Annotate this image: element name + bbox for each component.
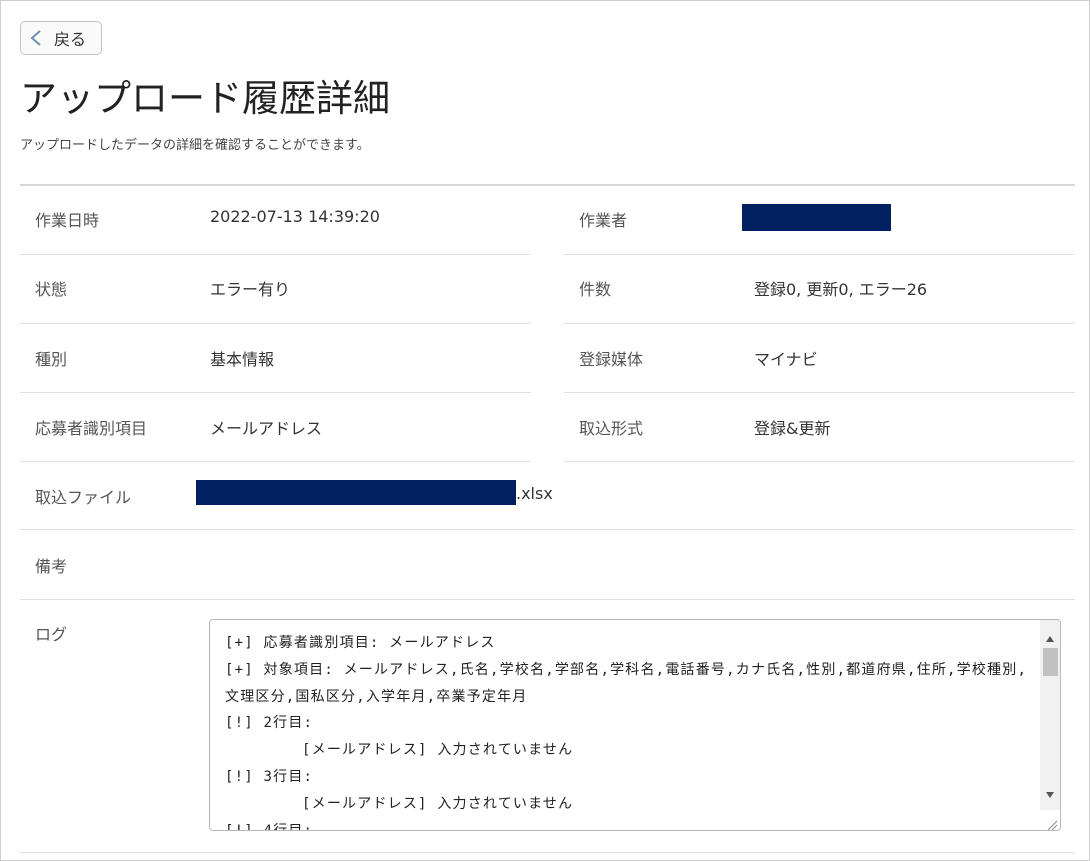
resize-grip-icon[interactable] — [1046, 816, 1058, 830]
import-file-extension: .xlsx — [516, 484, 553, 503]
log-label: ログ — [35, 625, 68, 644]
page-description: アップロードしたデータの詳細を確認することができます。 — [20, 138, 370, 153]
media-label: 登録媒体 — [579, 350, 644, 369]
count-label: 件数 — [579, 280, 612, 299]
import-format-value: 登録&更新 — [754, 419, 831, 438]
remarks-label: 備考 — [35, 557, 68, 576]
identifier-value: メールアドレス — [210, 419, 323, 438]
divider — [20, 529, 1075, 530]
divider — [564, 323, 1075, 324]
media-value: マイナビ — [754, 350, 818, 369]
scroll-thumb[interactable] — [1043, 648, 1058, 676]
divider — [20, 184, 1075, 186]
worker-label: 作業者 — [579, 211, 628, 230]
identifier-label: 応募者識別項目 — [35, 419, 148, 438]
work-datetime-label: 作業日時 — [35, 211, 100, 230]
chevron-left-icon — [29, 29, 45, 47]
scroll-up-arrow-icon[interactable] — [1045, 628, 1055, 642]
import-file-name-redacted — [196, 480, 516, 505]
page-frame: 戻る アップロード履歴詳細 アップロードしたデータの詳細を確認することができます… — [0, 0, 1090, 861]
divider — [20, 599, 1075, 600]
import-format-label: 取込形式 — [579, 419, 644, 438]
log-textarea[interactable]: [+] 応募者識別項目: メールアドレス [+] 対象項目: メールアドレス,氏… — [209, 619, 1061, 831]
divider — [20, 323, 531, 324]
worker-value-redacted — [742, 204, 891, 231]
back-button-label: 戻る — [54, 30, 87, 49]
count-value: 登録0, 更新0, エラー26 — [754, 280, 928, 299]
divider — [564, 392, 1075, 393]
scroll-down-arrow-icon[interactable] — [1045, 784, 1055, 798]
divider — [20, 461, 531, 462]
status-value: エラー有り — [210, 280, 291, 299]
back-button[interactable]: 戻る — [20, 21, 102, 55]
divider — [20, 852, 1075, 853]
status-label: 状態 — [35, 280, 68, 299]
log-text: [+] 応募者識別項目: メールアドレス [+] 対象項目: メールアドレス,氏… — [225, 635, 1028, 831]
log-scrollbar[interactable] — [1040, 620, 1060, 810]
work-datetime-value: 2022-07-13 14:39:20 — [210, 207, 380, 226]
divider — [564, 254, 1075, 255]
type-value: 基本情報 — [210, 350, 275, 369]
type-label: 種別 — [35, 350, 68, 369]
import-file-label: 取込ファイル — [35, 488, 132, 507]
divider — [20, 254, 531, 255]
page-title: アップロード履歴詳細 — [20, 77, 390, 120]
divider — [20, 392, 531, 393]
divider — [564, 461, 1075, 462]
